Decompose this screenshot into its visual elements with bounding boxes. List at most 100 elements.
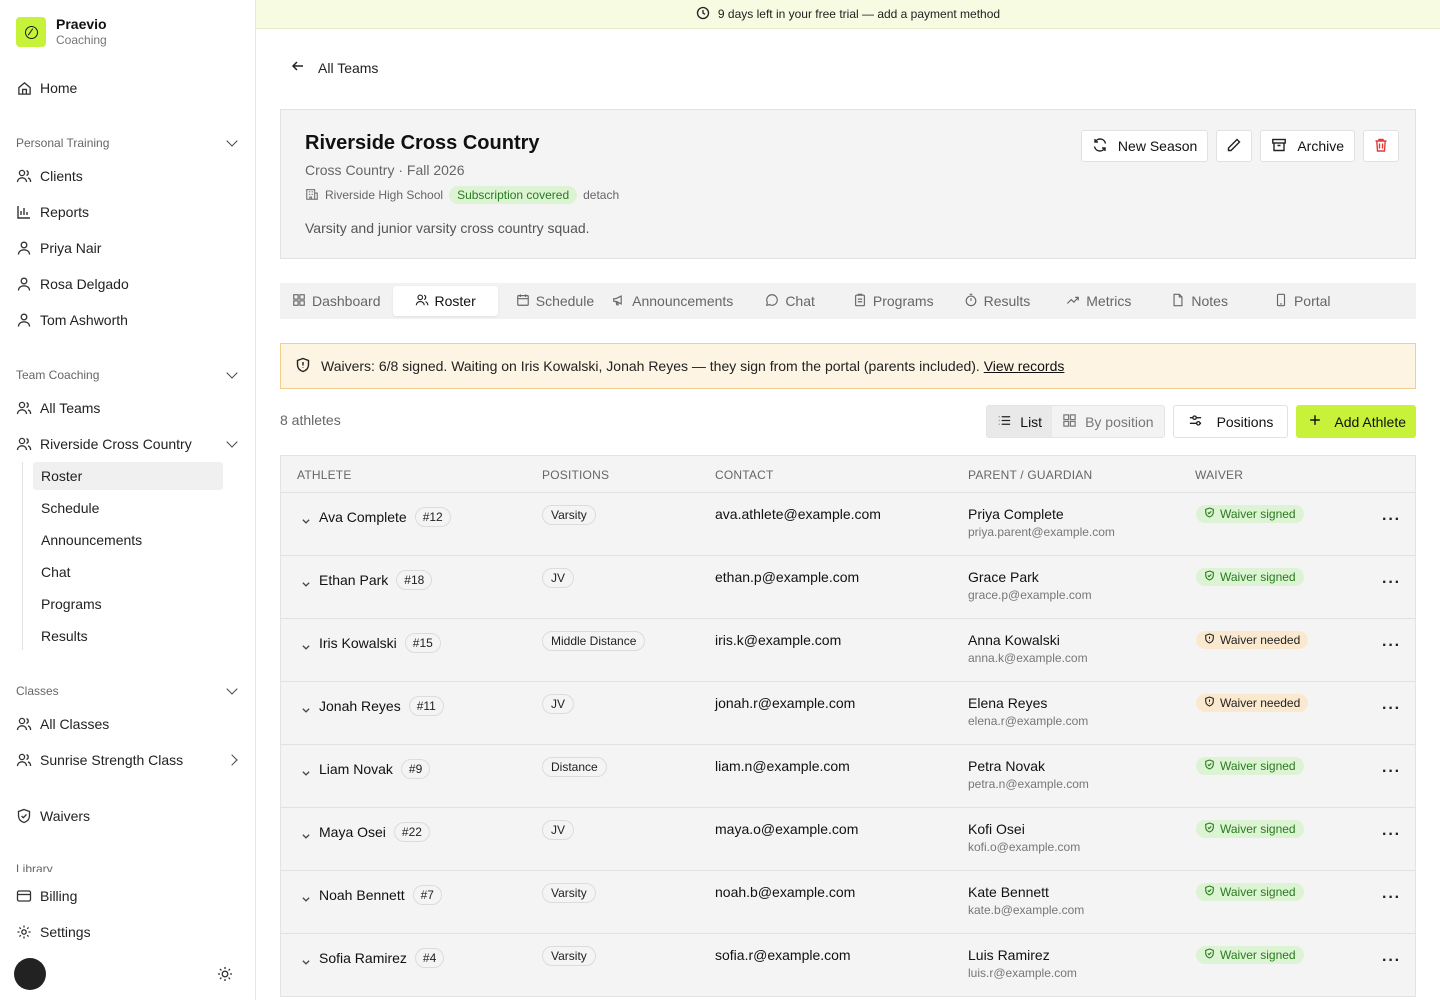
add-athlete-button[interactable]: Add Athlete xyxy=(1296,405,1416,438)
delete-team-button[interactable] xyxy=(1363,130,1399,162)
view-list-button[interactable]: List xyxy=(987,406,1053,437)
parent-email[interactable]: elena.r@example.com xyxy=(968,714,1088,728)
expand-row-chevron-icon[interactable] xyxy=(301,576,311,592)
athlete-name[interactable]: Ethan Park xyxy=(319,572,388,588)
table-row[interactable]: Ethan Park #18 JV ethan.p@example.com Gr… xyxy=(281,556,1415,619)
tab-portal[interactable]: Portal xyxy=(1266,286,1339,316)
subnav-schedule[interactable]: Schedule xyxy=(33,494,223,522)
tab-roster[interactable]: Roster xyxy=(392,286,498,316)
athlete-email[interactable]: sofia.r@example.com xyxy=(715,947,851,963)
athlete-email[interactable]: ava.athlete@example.com xyxy=(715,506,881,522)
nav-billing[interactable]: Billing xyxy=(16,884,77,908)
nav-client-rosa[interactable]: Rosa Delgado xyxy=(16,272,129,296)
parent-email[interactable]: kofi.o@example.com xyxy=(968,840,1080,854)
row-more-menu-icon[interactable]: ··· xyxy=(1382,952,1401,970)
parent-email[interactable]: kate.b@example.com xyxy=(968,903,1084,917)
nav-waivers[interactable]: Waivers xyxy=(16,804,90,828)
row-more-menu-icon[interactable]: ··· xyxy=(1382,889,1401,907)
athlete-name[interactable]: Sofia Ramirez xyxy=(319,950,407,966)
new-season-button[interactable]: New Season xyxy=(1080,130,1209,162)
subnav-roster[interactable]: Roster xyxy=(33,462,223,490)
expand-row-chevron-icon[interactable] xyxy=(301,828,311,844)
brand[interactable]: Praevio Coaching xyxy=(16,16,107,48)
nav-all-teams[interactable]: All Teams xyxy=(16,396,100,420)
athlete-name[interactable]: Liam Novak xyxy=(319,761,393,777)
detach-link[interactable]: detach xyxy=(583,188,619,202)
tab-schedule[interactable]: Schedule xyxy=(508,286,602,316)
parent-email[interactable]: luis.r@example.com xyxy=(968,966,1077,980)
tab-chat[interactable]: Chat xyxy=(757,286,823,316)
tab-announcements[interactable]: Announcements xyxy=(604,286,741,316)
trial-banner[interactable]: 9 days left in your free trial — add a p… xyxy=(256,0,1440,29)
athlete-email[interactable]: noah.b@example.com xyxy=(715,884,855,900)
row-more-menu-icon[interactable]: ··· xyxy=(1382,763,1401,781)
expand-row-chevron-icon[interactable] xyxy=(301,513,311,529)
nav-clients[interactable]: Clients xyxy=(16,164,83,188)
expand-row-chevron-icon[interactable] xyxy=(301,954,311,970)
positions-button[interactable]: Positions xyxy=(1172,405,1289,438)
nav-client-tom[interactable]: Tom Ashworth xyxy=(16,308,128,332)
athlete-email[interactable]: ethan.p@example.com xyxy=(715,569,859,585)
athlete-name[interactable]: Iris Kowalski xyxy=(319,635,397,651)
row-more-menu-icon[interactable]: ··· xyxy=(1382,826,1401,844)
parent-email[interactable]: anna.k@example.com xyxy=(968,651,1088,665)
column-positions[interactable]: POSITIONS xyxy=(542,468,609,482)
archive-button[interactable]: Archive xyxy=(1260,130,1355,162)
athlete-email[interactable]: jonah.r@example.com xyxy=(715,695,855,711)
row-more-menu-icon[interactable]: ··· xyxy=(1382,700,1401,718)
table-row[interactable]: Maya Osei #22 JV maya.o@example.com Kofi… xyxy=(281,808,1415,871)
subnav-announcements[interactable]: Announcements xyxy=(33,526,223,554)
athlete-email[interactable]: liam.n@example.com xyxy=(715,758,850,774)
column-waiver[interactable]: WAIVER xyxy=(1195,468,1243,482)
nav-class-sunrise[interactable]: Sunrise Strength Class xyxy=(16,748,240,772)
column-parent-guardian[interactable]: PARENT / GUARDIAN xyxy=(968,468,1092,482)
section-team-coaching[interactable]: Team Coaching xyxy=(16,367,240,382)
nav-reports[interactable]: Reports xyxy=(16,200,89,224)
nav-all-classes[interactable]: All Classes xyxy=(16,712,109,736)
row-more-menu-icon[interactable]: ··· xyxy=(1382,637,1401,655)
view-by-position-button[interactable]: By position xyxy=(1052,406,1163,437)
athlete-name[interactable]: Maya Osei xyxy=(319,824,386,840)
parent-email[interactable]: grace.p@example.com xyxy=(968,588,1092,602)
column-athlete[interactable]: ATHLETE xyxy=(297,468,352,482)
parent-email[interactable]: petra.n@example.com xyxy=(968,777,1089,791)
nav-team-riverside[interactable]: Riverside Cross Country xyxy=(16,432,240,456)
tab-notes[interactable]: Notes xyxy=(1163,286,1236,316)
row-more-menu-icon[interactable]: ··· xyxy=(1382,511,1401,529)
parent-email[interactable]: priya.parent@example.com xyxy=(968,525,1115,539)
column-contact[interactable]: CONTACT xyxy=(715,468,774,482)
athlete-name[interactable]: Noah Bennett xyxy=(319,887,405,903)
nav-client-priya[interactable]: Priya Nair xyxy=(16,236,101,260)
subnav-results[interactable]: Results xyxy=(33,622,223,650)
table-row[interactable]: Ava Complete #12 Varsity ava.athlete@exa… xyxy=(281,493,1415,556)
expand-row-chevron-icon[interactable] xyxy=(301,702,311,718)
nav-home[interactable]: Home xyxy=(16,76,77,100)
section-personal-training[interactable]: Personal Training xyxy=(16,135,240,150)
tab-metrics[interactable]: Metrics xyxy=(1058,286,1139,316)
tab-results[interactable]: Results xyxy=(956,286,1039,316)
user-avatar[interactable] xyxy=(14,958,46,990)
expand-row-chevron-icon[interactable] xyxy=(301,639,311,655)
table-row[interactable]: Noah Bennett #7 Varsity noah.b@example.c… xyxy=(281,871,1415,934)
back-to-all-teams[interactable]: All Teams xyxy=(290,58,378,77)
expand-row-chevron-icon[interactable] xyxy=(301,891,311,907)
subnav-chat[interactable]: Chat xyxy=(33,558,223,586)
theme-toggle-sun-icon[interactable] xyxy=(217,966,233,982)
row-more-menu-icon[interactable]: ··· xyxy=(1382,574,1401,592)
table-row[interactable]: Liam Novak #9 Distance liam.n@example.co… xyxy=(281,745,1415,808)
athlete-name[interactable]: Jonah Reyes xyxy=(319,698,401,714)
tab-programs[interactable]: Programs xyxy=(845,286,942,316)
view-records-link[interactable]: View records xyxy=(984,358,1065,374)
edit-team-button[interactable] xyxy=(1216,130,1253,162)
table-row[interactable]: Sofia Ramirez #4 Varsity sofia.r@example… xyxy=(281,934,1415,997)
section-classes[interactable]: Classes xyxy=(16,683,240,698)
expand-row-chevron-icon[interactable] xyxy=(301,765,311,781)
athlete-email[interactable]: maya.o@example.com xyxy=(715,821,858,837)
nav-settings[interactable]: Settings xyxy=(16,920,91,944)
tab-dashboard[interactable]: Dashboard xyxy=(284,286,389,316)
table-row[interactable]: Iris Kowalski #15 Middle Distance iris.k… xyxy=(281,619,1415,682)
athlete-name[interactable]: Ava Complete xyxy=(319,509,407,525)
subnav-programs[interactable]: Programs xyxy=(33,590,223,618)
table-row[interactable]: Jonah Reyes #11 JV jonah.r@example.com E… xyxy=(281,682,1415,745)
athlete-email[interactable]: iris.k@example.com xyxy=(715,632,841,648)
